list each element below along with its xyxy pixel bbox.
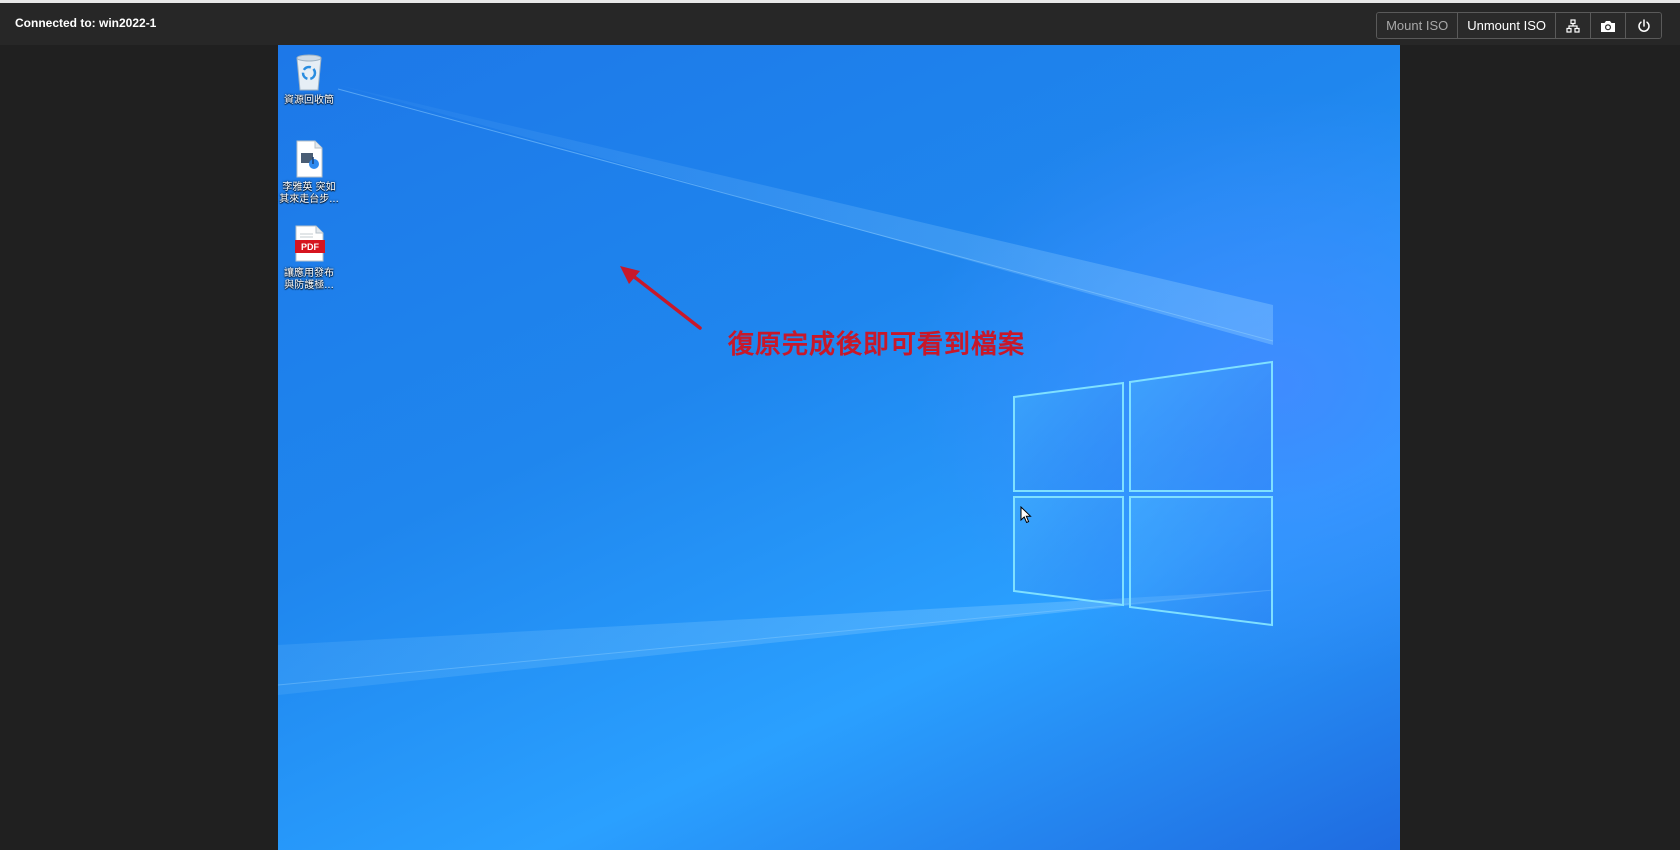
network-button[interactable] xyxy=(1556,13,1591,38)
annotation-text: 復原完成後即可看到檔案 xyxy=(728,330,1026,360)
windows-wallpaper-icon xyxy=(278,85,1274,695)
camera-icon xyxy=(1601,20,1615,32)
pdf-file-label: 讓應用發布 與防護極... xyxy=(284,268,334,291)
recycle-bin-shortcut[interactable]: 資源回收筒 xyxy=(278,52,342,107)
pdf-badge-text: PDF xyxy=(301,242,320,252)
annotation-arrow-icon xyxy=(620,266,702,330)
mount-iso-button[interactable]: Mount ISO xyxy=(1377,13,1459,38)
remote-desktop-screen[interactable]: 資源回收筒 李雅英 突如 其來走台步... PDF 讓應用發布 與防護極... … xyxy=(278,45,1400,850)
console-toolbar: Connected to: win2022-1 Mount ISO Unmoun… xyxy=(0,3,1680,45)
media-file-label: 李雅英 突如 其來走台步... xyxy=(279,182,339,205)
connection-label: Connected to: win2022-1 xyxy=(15,16,157,30)
screenshot-button[interactable] xyxy=(1591,13,1626,38)
media-file-shortcut[interactable]: 李雅英 突如 其來走台步... xyxy=(278,139,342,206)
power-icon xyxy=(1637,18,1650,32)
pdf-file-icon: PDF xyxy=(291,225,327,265)
recycle-bin-label: 資源回收筒 xyxy=(284,95,334,106)
mouse-cursor-icon xyxy=(1020,506,1032,524)
recycle-bin-icon xyxy=(291,52,327,92)
network-icon xyxy=(1566,18,1580,33)
pdf-file-shortcut[interactable]: PDF 讓應用發布 與防護極... xyxy=(278,225,342,292)
power-button[interactable] xyxy=(1626,13,1661,38)
toolbar-button-group: Mount ISO Unmount ISO xyxy=(1376,12,1662,39)
unmount-iso-button[interactable]: Unmount ISO xyxy=(1458,13,1556,38)
media-file-icon xyxy=(291,139,327,179)
